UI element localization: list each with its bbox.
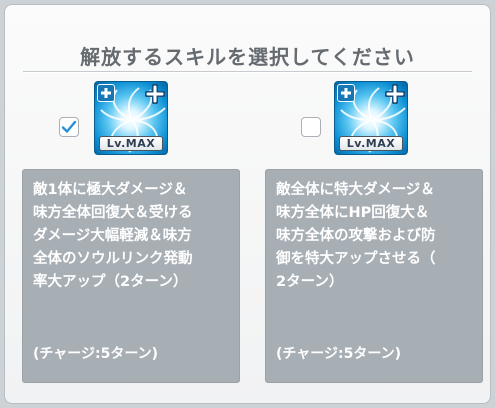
plus-icon [385, 84, 405, 104]
skill-option-1[interactable]: Lv.MAX 敵1体に極大ダメージ＆ 味方全体回復大＆受ける ダメージ大幅軽減＆… [17, 81, 240, 383]
skill-description-box: 敵全体に特大ダメージ＆ 味方全体にHP回復大＆ 味方全体の攻撃および防 御を特大… [265, 169, 483, 383]
skill-description: 敵1体に極大ダメージ＆ 味方全体回復大＆受ける ダメージ大幅軽減＆味方 全体のソ… [33, 182, 193, 290]
water-swirl-icon[interactable]: Lv.MAX [94, 81, 168, 155]
skill-option-1-checkbox[interactable] [59, 117, 79, 137]
skill-description-box: 敵1体に極大ダメージ＆ 味方全体回復大＆受ける ダメージ大幅軽減＆味方 全体のソ… [22, 169, 240, 383]
plus-icon [145, 84, 165, 104]
water-swirl-icon[interactable]: Lv.MAX [334, 81, 408, 155]
skill-select-dialog: 解放するスキルを選択してください Lv.MAX 敵1体に極大ダメージ＆ 味方全体… [4, 4, 491, 404]
skill-type-badge-icon [337, 84, 355, 102]
dialog-title: 解放するスキルを選択してください [80, 45, 415, 69]
skill-charge: (チャージ:5ターン) [276, 346, 402, 362]
skill-option-2-checkbox[interactable] [301, 117, 321, 137]
level-badge: Lv.MAX [99, 136, 163, 151]
skill-type-badge-icon [97, 84, 115, 102]
skill-charge: (チャージ:5ターン) [33, 346, 159, 362]
title-divider [23, 71, 472, 73]
skill-description: 敵全体に特大ダメージ＆ 味方全体にHP回復大＆ 味方全体の攻撃および防 御を特大… [276, 182, 436, 290]
checkmark-icon [61, 120, 77, 133]
skill-option-2[interactable]: Lv.MAX 敵全体に特大ダメージ＆ 味方全体にHP回復大＆ 味方全体の攻撃およ… [259, 81, 483, 383]
level-badge: Lv.MAX [339, 136, 403, 151]
